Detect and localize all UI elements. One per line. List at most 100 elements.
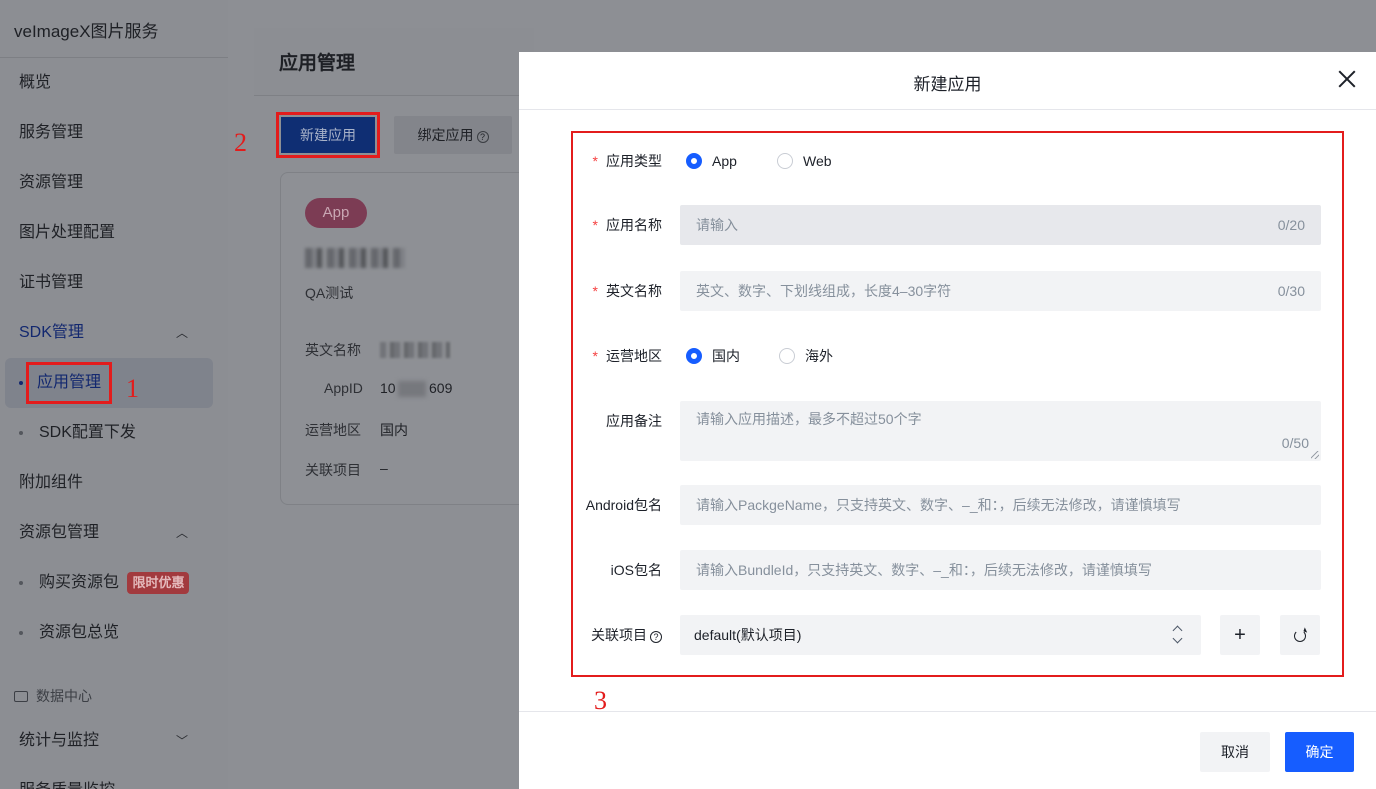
sidebar-item-package[interactable]: 资源包管理 ︿ [0,513,228,553]
radio-label: 国内 [712,348,740,364]
group-title-data-center: 数据中心 [14,686,92,706]
sidebar-item-sdk[interactable]: SDK管理 ︿ [0,313,228,353]
remark-textarea[interactable]: 请输入应用描述，最多不超过50个字 0/50 [680,401,1321,461]
char-counter: 0/30 [1277,283,1305,299]
en-name-blurred [380,342,450,358]
field-label: * 运营地区 [573,336,662,376]
input-placeholder: 请输入 [696,217,738,233]
field-label-text: 英文名称 [606,283,662,299]
textarea-placeholder: 请输入应用描述，最多不超过50个字 [696,411,922,427]
sidebar-item-label: SDK配置下发 [39,424,136,441]
required-mark: * [592,153,598,169]
sidebar-item-label: 应用管理 [26,362,113,404]
sidebar-item-stats[interactable]: 统计与监控 ﹀ [0,721,228,761]
drawer-footer: 取消 确定 [519,711,1376,789]
brand-title: veImageX图片服务 [14,22,159,41]
field-label: * 应用类型 [573,141,662,181]
confirm-button[interactable]: 确定 [1285,732,1354,772]
bullet-icon [19,431,23,435]
sidebar-item-package-overview[interactable]: 资源包总览 [0,613,228,653]
sidebar-item-label: 资源包管理 [19,524,100,541]
resize-handle-icon[interactable] [1311,451,1319,459]
drawer-header: 新建应用 [519,52,1376,110]
sidebar-item-app-manage[interactable]: 应用管理 [5,358,213,408]
input-placeholder: 请输入BundleId，只支持英文、数字、–_和：，后续无法修改，请谨慎填写 [696,562,1152,578]
required-mark: * [592,348,598,364]
cancel-button[interactable]: 取消 [1200,732,1270,772]
annotation-1: 1 [126,374,139,403]
chevron-up-icon: ︿ [175,526,188,540]
field-label: 关联项目? [573,615,662,655]
required-mark: * [592,283,598,299]
sidebar-item-service[interactable]: 服务管理 [0,113,228,153]
android-pkg-input[interactable]: 请输入PackgeName，只支持英文、数字、–_和：，后续无法修改，请谨慎填写 [680,485,1321,525]
ios-pkg-input[interactable]: 请输入BundleId，只支持英文、数字、–_和：，后续无法修改，请谨慎填写 [680,550,1321,590]
radio-label: 海外 [805,348,833,364]
app-type-badge: App [305,198,367,228]
field-label: * 应用名称 [573,205,662,245]
select-value: default(默认项目) [694,627,802,643]
bullet-icon [19,631,23,635]
sidebar-item-quality[interactable]: 服务质量监控 [0,771,228,789]
project-select[interactable]: default(默认项目) [680,615,1201,655]
new-app-drawer: 新建应用 * 应用类型 App Web * 应用名称 请输入 0/20 * 英文名称 … [519,52,1376,789]
radio-label: App [712,153,737,169]
bullet-icon [19,381,23,385]
field-label-text: 应用名称 [606,217,662,233]
radio-checked-icon [686,348,702,364]
sidebar-item-overview[interactable]: 概览 [0,63,228,103]
field-label-text: 运营地区 [606,348,662,364]
sidebar-item-cert[interactable]: 证书管理 [0,263,228,303]
sidebar-item-label: 资源包总览 [39,624,120,641]
add-project-button[interactable]: + [1220,615,1260,655]
annotation-2: 2 [234,128,247,157]
form-highlight: * 应用类型 App Web * 应用名称 请输入 0/20 * 英文名称 英文、数字… [571,131,1344,677]
input-placeholder: 英文、数字、下划线组成，长度4–30字符 [696,283,952,299]
char-counter: 0/50 [1281,435,1309,451]
sidebar-item-buy-package[interactable]: 购买资源包 限时优惠 [0,563,228,603]
help-icon: ? [476,131,489,143]
sidebar-item-sdk-config[interactable]: SDK配置下发 [0,413,228,453]
close-icon[interactable] [1338,70,1356,88]
bullet-icon [19,581,23,585]
radio-unchecked-icon [777,153,793,169]
divider [0,57,228,58]
chevron-down-icon: ﹀ [175,734,188,748]
region-label: 运营地区 [305,422,361,438]
new-app-button[interactable]: 新建应用 [281,117,375,153]
appid-label: AppID [324,380,363,396]
radio-app[interactable]: App [686,141,737,181]
appid-blurred [398,381,426,397]
field-label: Android包名 [585,497,662,513]
sidebar-item-addon[interactable]: 附加组件 [0,463,228,503]
project-value: – [380,460,388,476]
refresh-button[interactable] [1280,615,1320,655]
monitor-icon [14,691,28,702]
bind-app-button[interactable]: 绑定应用? [394,116,512,154]
required-mark: * [592,217,598,233]
app-description: QA测试 [305,285,354,301]
app-name-input[interactable]: 请输入 0/20 [680,205,1321,245]
page-title: 应用管理 [279,53,356,74]
promo-badge: 限时优惠 [127,571,190,594]
en-name-input[interactable]: 英文、数字、下划线组成，长度4–30字符 0/30 [680,271,1321,311]
appid-suffix: 609 [429,380,453,396]
field-label-text: 应用类型 [606,153,662,169]
group-title-label: 数据中心 [36,688,92,704]
input-placeholder: 请输入PackgeName，只支持英文、数字、–_和：，后续无法修改，请谨慎填写 [696,497,1181,513]
refresh-icon [1294,630,1306,642]
drawer-title: 新建应用 [913,75,982,94]
help-icon[interactable]: ? [650,631,662,643]
chevron-up-icon: ︿ [175,326,188,340]
project-label: 关联项目 [305,462,361,478]
en-name-label: 英文名称 [305,342,361,358]
sidebar-item-image-processing[interactable]: 图片处理配置 [0,213,228,253]
updown-arrow-icon [1173,624,1183,646]
radio-checked-icon [686,153,702,169]
sidebar-item-resource[interactable]: 资源管理 [0,163,228,203]
radio-overseas[interactable]: 海外 [779,336,833,376]
radio-domestic[interactable]: 国内 [686,336,740,376]
sidebar-item-label: 购买资源包 [39,574,120,591]
field-label: 应用备注 [606,413,662,429]
radio-web[interactable]: Web [777,141,832,181]
